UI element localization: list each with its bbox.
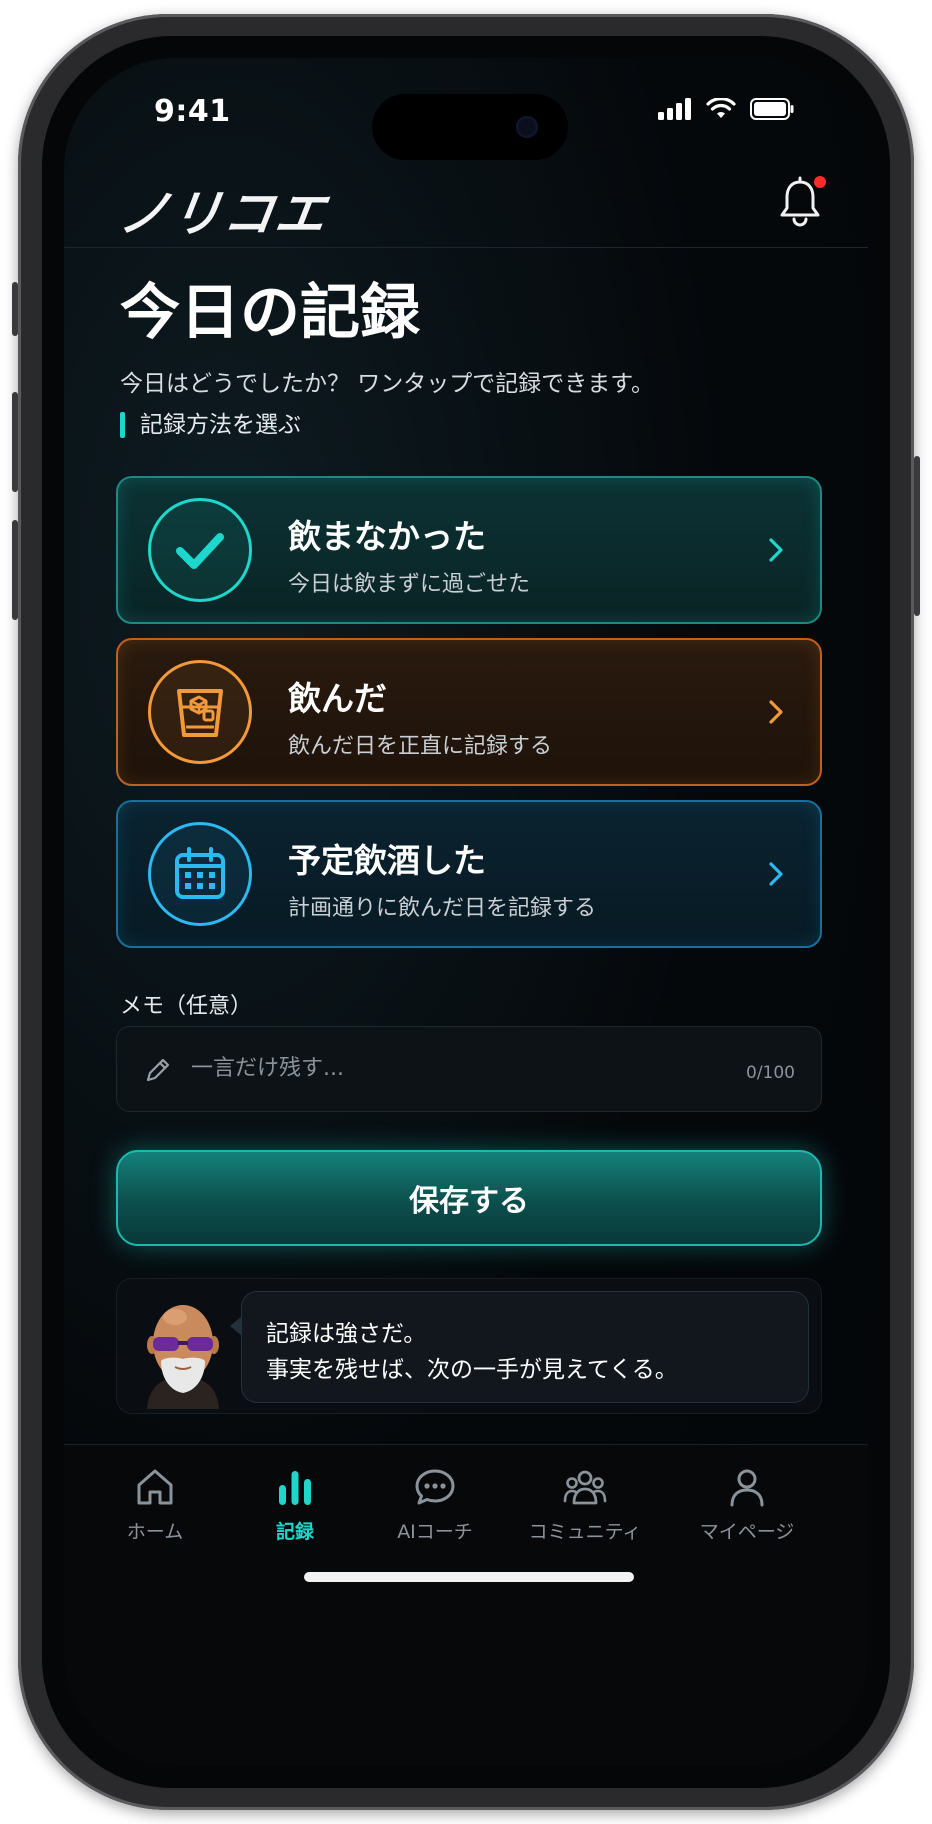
tab-home[interactable]: ホーム [80, 1465, 230, 1555]
dynamic-island [372, 94, 568, 160]
tab-community[interactable]: コミュニティ [510, 1465, 660, 1555]
tab-label: AIコーチ [397, 1521, 473, 1543]
tab-label: 記録 [275, 1521, 314, 1543]
chevron-right-icon [769, 538, 783, 562]
page-title: 今日の記録 [120, 278, 420, 348]
tab-label: ホーム [126, 1521, 184, 1543]
tab-record[interactable]: 記録 [220, 1465, 370, 1555]
status-icons [658, 98, 794, 120]
option-no-drink[interactable]: 飲まなかった 今日は飲まずに過ごせた [116, 476, 822, 624]
coach-message-line: 記録は強さだ。 [266, 1321, 427, 1347]
tab-ai-coach[interactable]: AIコーチ [360, 1465, 510, 1555]
save-button[interactable]: 保存する [116, 1150, 822, 1246]
tab-my-page[interactable]: マイページ [672, 1465, 822, 1555]
option-drank[interactable]: 飲んだ 飲んだ日を正直に記録する [116, 638, 822, 786]
app-screen: 9:41 ノリコエ 今日の記録 今日はどうでしたか？ ワンタップで記録できます。… [64, 58, 868, 1766]
tab-label: コミュニティ [528, 1521, 642, 1543]
glass-icon [177, 689, 223, 737]
option-title: 予定飲酒した [288, 841, 486, 880]
option-subtitle: 飲んだ日を正直に記録する [288, 734, 553, 759]
battery-icon [750, 98, 794, 120]
option-icon-circle [148, 498, 252, 602]
tab-label: マイページ [699, 1521, 795, 1543]
option-planned-drink[interactable]: 予定飲酒した 計画通りに飲んだ日を記録する [116, 800, 822, 948]
pencil-icon [146, 1058, 170, 1082]
option-icon-circle [148, 660, 252, 764]
power-button [914, 456, 920, 616]
person-icon [730, 1469, 764, 1507]
notification-button[interactable] [776, 174, 828, 228]
volume-up-button [12, 392, 18, 492]
coach-avatar [147, 1305, 219, 1409]
memo-field-container: 0/100 [116, 1026, 822, 1112]
check-icon [176, 533, 224, 569]
memo-label: メモ（任意） [120, 994, 253, 1019]
calendar-icon [175, 847, 225, 899]
coach-speech-bubble: 記録は強さだ。 事実を残せば、次の一手が見えてくる。 [230, 1291, 809, 1403]
chevron-right-icon [769, 862, 783, 886]
phone-bezel: 9:41 ノリコエ 今日の記録 今日はどうでしたか？ ワンタップで記録できます。… [42, 36, 890, 1788]
memo-character-count: 0/100 [746, 1063, 795, 1083]
app-header: ノリコエ [64, 168, 868, 248]
option-title: 飲んだ [288, 679, 387, 718]
mute-switch [12, 282, 18, 336]
app-logo: ノリコエ [115, 185, 332, 243]
home-icon [137, 1469, 173, 1505]
option-title: 飲まなかった [288, 517, 486, 556]
wifi-icon [706, 98, 736, 118]
home-indicator[interactable] [304, 1572, 634, 1582]
volume-down-button [12, 520, 18, 620]
front-camera [516, 116, 538, 138]
page-subtitle: 今日はどうでしたか？ ワンタップで記録できます。 [120, 371, 655, 397]
status-time: 9:41 [154, 94, 231, 129]
chevron-right-icon [769, 700, 783, 724]
section-label: 記録方法を選ぶ [120, 410, 301, 440]
option-subtitle: 計画通りに飲んだ日を記録する [288, 896, 597, 921]
memo-input[interactable] [191, 1045, 671, 1091]
coach-message-line: 事実を残せば、次の一手が見えてくる。 [266, 1357, 678, 1383]
notification-badge [812, 174, 828, 190]
bar-chart-icon [279, 1471, 311, 1505]
phone-frame: 9:41 ノリコエ 今日の記録 今日はどうでしたか？ ワンタップで記録できます。… [12, 14, 920, 1810]
option-subtitle: 今日は飲まずに過ごせた [288, 572, 531, 597]
option-icon-circle [148, 822, 252, 926]
people-icon [563, 1470, 607, 1505]
signal-icon [658, 98, 691, 120]
coach-message-card: 記録は強さだ。 事実を残せば、次の一手が見えてくる。 [116, 1278, 822, 1414]
chat-icon [415, 1469, 455, 1505]
bottom-tab-bar: ホーム 記録 AIコーチ コミュニティ マイページ [64, 1444, 868, 1766]
